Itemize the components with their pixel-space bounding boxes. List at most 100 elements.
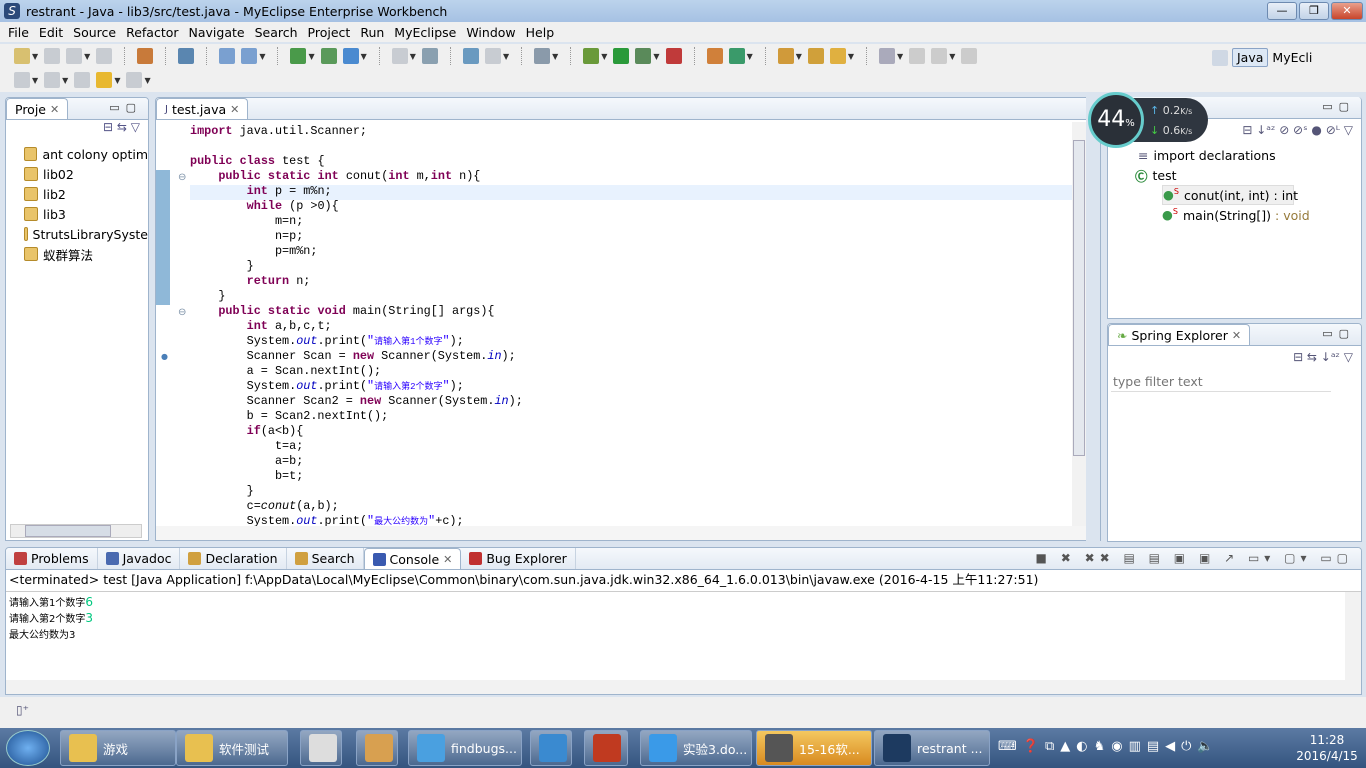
dropdown-arrow-icon[interactable]: ▼ [601,52,607,61]
fast-view-icon[interactable]: ▯⁺ [16,703,29,717]
previous-annotation-icon[interactable] [44,72,61,88]
toolbar-button-icon[interactable] [290,48,307,64]
toolbar-button-icon[interactable] [14,48,30,64]
dropdown-arrow-icon[interactable]: ▼ [653,52,659,61]
horizontal-scrollbar[interactable] [10,524,142,538]
back-icon[interactable] [96,72,113,88]
toolbar-button-icon[interactable] [706,48,723,64]
menu-run[interactable]: Run [355,25,389,40]
taskbar-button[interactable]: 15-16软... [756,730,872,766]
dropdown-arrow-icon[interactable]: ▼ [848,52,854,61]
tab-package-explorer[interactable]: Proje ✕ [6,98,69,119]
dropdown-arrow-icon[interactable]: ▼ [796,52,802,61]
dropdown-arrow-icon[interactable]: ▼ [897,52,903,61]
toolbar-button-icon[interactable] [909,48,926,64]
project-item[interactable]: 蚁群算法 [24,244,148,264]
menu-project[interactable]: Project [303,25,356,40]
close-icon[interactable]: ✕ [230,103,239,116]
toolbar-button-icon[interactable] [421,48,438,64]
vertical-scrollbar[interactable] [1072,122,1086,526]
dropdown-arrow-icon[interactable]: ▼ [410,52,416,61]
taskbar-button[interactable]: 实验3.do... [640,730,752,766]
dropdown-arrow-icon[interactable]: ▼ [949,52,955,61]
toolbar-button-icon[interactable] [342,48,359,64]
horizontal-scrollbar[interactable] [6,680,1346,694]
menu-refactor[interactable]: Refactor [121,25,183,40]
toolbar-button-icon[interactable] [931,48,948,64]
dropdown-arrow-icon[interactable]: ▼ [552,52,558,61]
taskbar-button[interactable]: 游戏 [60,730,176,766]
project-item[interactable]: lib02 [24,164,148,184]
taskbar-button[interactable]: findbugs... [408,730,522,766]
maximize-button[interactable]: ❐ [1299,2,1329,20]
clock[interactable]: 11:28 2016/4/15 [1294,732,1360,764]
taskbar-button[interactable] [356,730,398,766]
taskbar-button[interactable]: restrant ... [874,730,990,766]
toolbar-button-icon[interactable] [484,48,501,64]
outline-item-main[interactable]: ●S main(String[]) : void [1162,205,1361,225]
outline-item-conut[interactable]: ●S conut(int, int) : int [1162,185,1298,205]
taskbar-button[interactable] [300,730,342,766]
dropdown-arrow-icon[interactable]: ▼ [308,52,314,61]
toolbar-button-icon[interactable] [728,48,745,64]
minimize-maximize-icons[interactable]: ▭▢ [1322,327,1355,340]
toolbar-button-icon[interactable] [665,48,682,64]
toolbar-button-icon[interactable] [829,48,846,64]
toolbar-button-icon[interactable] [66,48,83,64]
toolbar-button-icon[interactable] [320,48,337,64]
start-button[interactable] [6,730,50,766]
console-toolbar-icons[interactable]: ■ ✖ ✖✖ ▤ ▤ ▣ ▣ ↗ ▭▾ ▢▾ ▭▢ [1036,551,1353,565]
dropdown-arrow-icon[interactable]: ▼ [747,52,753,61]
toolbar-button-icon[interactable] [777,48,794,64]
dropdown-arrow-icon[interactable]: ▼ [361,52,367,61]
minimize-maximize-icons[interactable]: ▭▢ [1322,100,1355,113]
last-edit-location-icon[interactable] [74,72,91,88]
menu-search[interactable]: Search [250,25,303,40]
tab-bug-explorer[interactable]: Bug Explorer [461,548,576,569]
toolbar-button-icon[interactable] [178,48,195,64]
dropdown-arrow-icon[interactable]: ▼ [32,76,38,85]
fold-icon[interactable]: ⊖ [178,307,186,318]
tab-test-java[interactable]: Jtest.java ✕ [156,98,249,119]
dropdown-arrow-icon[interactable]: ▼ [62,76,68,85]
forward-icon[interactable] [126,72,143,88]
toolbar-button-icon[interactable] [137,48,154,64]
toolbar-button-icon[interactable] [961,48,978,64]
tab-search[interactable]: Search [287,548,364,569]
toolbar-button-icon[interactable] [44,48,61,64]
project-item[interactable]: ant colony optim [24,144,148,164]
outline-item-class[interactable]: Ⓒtest [1135,165,1361,185]
next-annotation-icon[interactable] [14,72,30,88]
close-icon[interactable]: ✕ [1232,329,1241,342]
project-item[interactable]: lib3 [24,204,148,224]
taskbar-button[interactable] [530,730,572,766]
tab-javadoc[interactable]: Javadoc [98,548,181,569]
code-area[interactable]: import java.util.Scanner; public class te… [190,124,523,529]
collapse-link-icons[interactable]: ⊟ ⇆ ▽ [6,120,148,144]
open-perspective-icon[interactable] [1212,49,1228,66]
close-icon[interactable]: ✕ [443,553,452,566]
java-perspective-button[interactable]: Java [1232,48,1269,67]
project-item[interactable]: StrutsLibrarySyste [24,224,148,244]
dropdown-arrow-icon[interactable]: ▼ [32,52,38,61]
vertical-scrollbar[interactable] [1345,592,1361,694]
filter-input[interactable] [1111,372,1331,392]
toolbar-button-icon[interactable] [583,48,600,64]
project-item[interactable]: lib2 [24,184,148,204]
system-tray-icons[interactable]: ⌨❓⧉▲◐♞◉▥▤◀⏻🔈 [998,739,1220,754]
toolbar-button-icon[interactable] [219,48,236,64]
spring-toolbar-icons[interactable]: ⊟ ⇆ ↓ᵃᶻ ▽ [1108,346,1361,372]
toolbar-button-icon[interactable] [534,48,551,64]
dropdown-arrow-icon[interactable]: ▼ [114,76,120,85]
toolbar-button-icon[interactable] [241,48,258,64]
minimize-maximize-icons[interactable]: ▭▢ [109,101,142,114]
taskbar-button[interactable]: 软件测试 [176,730,288,766]
horizontal-scrollbar[interactable] [156,526,1086,540]
dropdown-arrow-icon[interactable]: ▼ [144,76,150,85]
menu-help[interactable]: Help [521,25,560,40]
tab-console[interactable]: Console ✕ [363,548,462,569]
toolbar-button-icon[interactable] [635,48,652,64]
menu-myeclipse[interactable]: MyEclipse [389,25,461,40]
menu-source[interactable]: Source [68,25,121,40]
toolbar-button-icon[interactable] [96,48,113,64]
